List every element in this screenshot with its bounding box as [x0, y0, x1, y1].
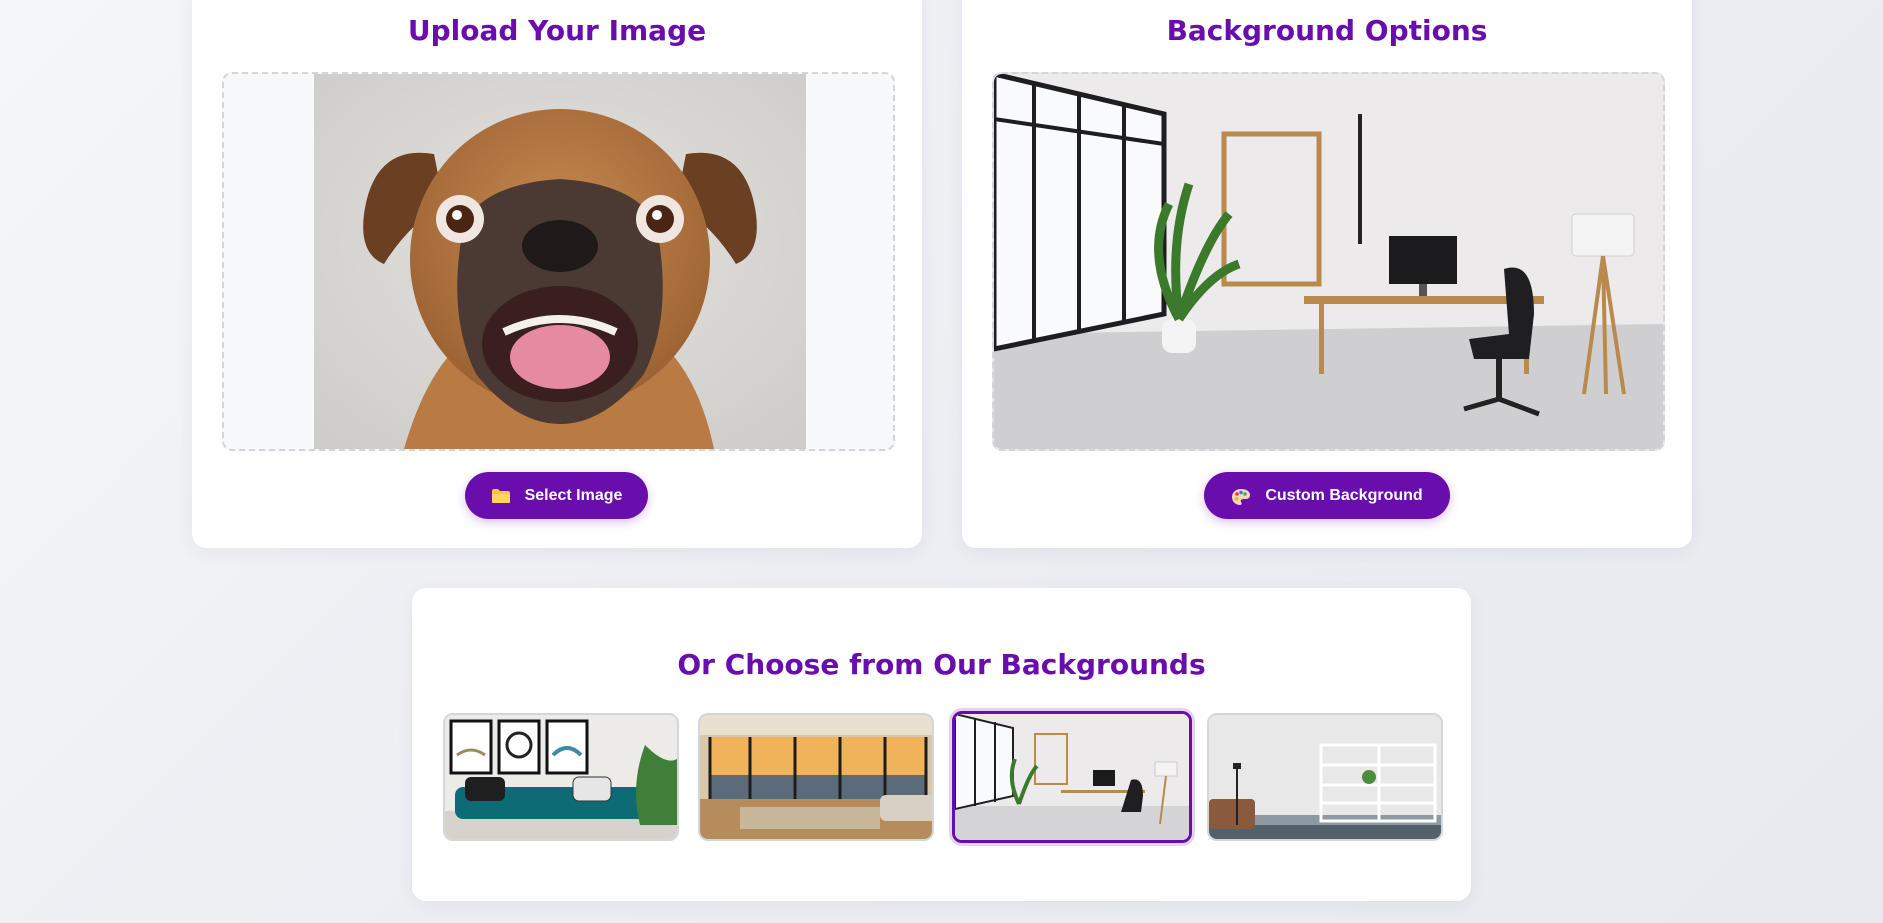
- palette-icon: [1231, 488, 1251, 505]
- thumbnail-penthouse[interactable]: [698, 713, 934, 841]
- background-preview[interactable]: [992, 72, 1665, 451]
- background-title: Background Options: [1166, 14, 1488, 47]
- upload-dropzone[interactable]: [222, 72, 895, 451]
- living-room-teal-sofa: [445, 715, 677, 839]
- background-card: Background Options Custom Background: [962, 0, 1692, 548]
- upload-card: Upload Your Image Select Image: [192, 0, 922, 548]
- custom-background-button[interactable]: Custom Background: [1204, 472, 1450, 519]
- gallery-card: Or Choose from Our Backgrounds: [412, 588, 1471, 901]
- select-image-label: Select Image: [524, 486, 623, 504]
- custom-background-label: Custom Background: [1265, 486, 1423, 504]
- folder-icon: [491, 488, 511, 504]
- white-room-shelves: [1209, 715, 1441, 839]
- dog-photo: [314, 74, 806, 449]
- thumbnail-office[interactable]: [952, 711, 1192, 843]
- gallery-title: Or Choose from Our Backgrounds: [677, 648, 1206, 681]
- office-room-thumb: [955, 714, 1189, 840]
- thumbnail-living-room[interactable]: [443, 713, 679, 841]
- penthouse-city-view: [700, 715, 932, 839]
- thumbnail-white-room[interactable]: [1207, 713, 1443, 841]
- select-image-button[interactable]: Select Image: [465, 472, 648, 519]
- upload-title: Upload Your Image: [407, 14, 707, 47]
- office-room: [994, 74, 1663, 449]
